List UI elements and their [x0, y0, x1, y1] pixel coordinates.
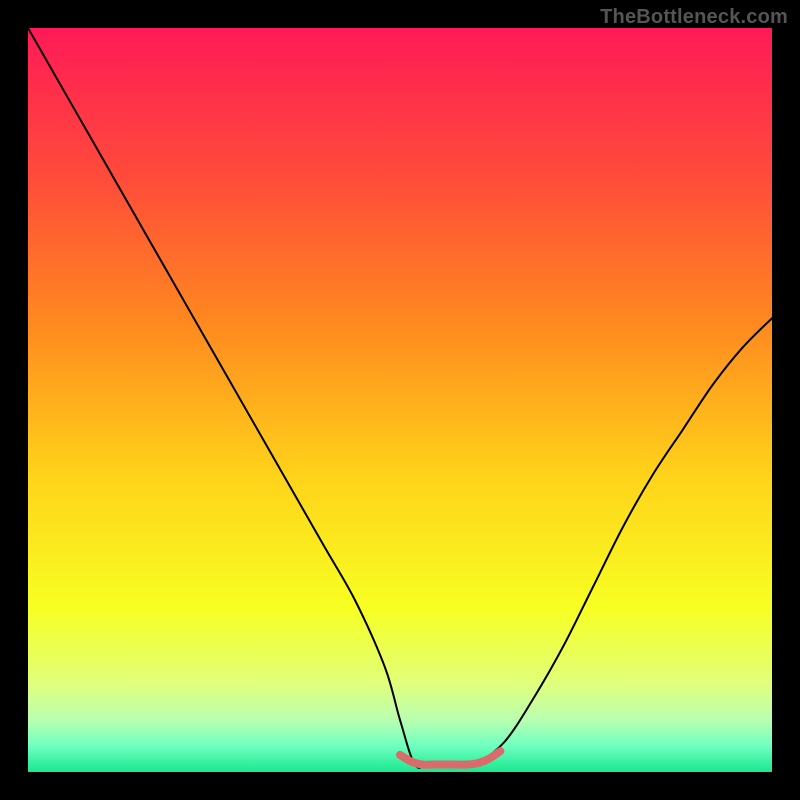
watermark-text: TheBottleneck.com [600, 6, 788, 29]
bottleneck-plot [28, 28, 772, 772]
plot-svg [28, 28, 772, 772]
chart-container: TheBottleneck.com [0, 0, 800, 800]
gradient-background [28, 28, 772, 772]
